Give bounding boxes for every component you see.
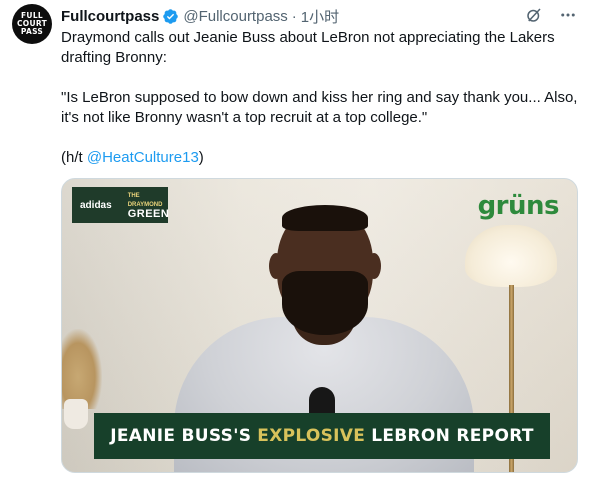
speaker-hair [282, 205, 368, 231]
lower-third-banner: JEANIE BUSS'S EXPLOSIVE LEBRON REPORT [94, 413, 550, 459]
show-logo: adidas THE DRAYMOND GREEN [72, 187, 170, 223]
tweet-text-credit: (h/t @HeatCulture13) [61, 148, 581, 168]
tweet-media-video[interactable]: adidas THE DRAYMOND GREEN grüns JEANIE B… [61, 178, 578, 473]
avatar[interactable]: FULL COURT PASS [12, 4, 52, 44]
banner-text-1: JEANIE BUSS'S [110, 426, 252, 446]
speaker-beard [282, 271, 368, 335]
tweet-actions [524, 5, 578, 25]
handle[interactable]: @Fullcourtpass [183, 8, 287, 25]
display-name[interactable]: Fullcourtpass [61, 8, 159, 25]
banner-text-highlight: EXPLOSIVE [257, 426, 366, 446]
show-title-main: GREEN [127, 207, 170, 220]
timestamp[interactable]: 1小时 [301, 6, 339, 27]
grok-icon[interactable] [524, 5, 544, 25]
mention-link[interactable]: @HeatCulture13 [87, 149, 199, 166]
lamp-shade [465, 225, 557, 287]
avatar-line-3: PASS [20, 27, 44, 36]
verified-badge-icon [163, 8, 179, 24]
show-title: THE DRAYMOND GREEN [127, 192, 170, 220]
more-icon[interactable] [558, 5, 578, 25]
show-title-top: THE DRAYMOND [127, 192, 163, 208]
tweet-text-intro: Draymond calls out Jeanie Buss about LeB… [61, 29, 555, 66]
tweet-text: Draymond calls out Jeanie Buss about LeB… [61, 28, 581, 168]
tweet-header: Fullcourtpass @Fullcourtpass · 1小时 [61, 6, 339, 26]
sponsor-logo: grüns [477, 191, 560, 221]
vase-decor [64, 399, 88, 429]
credit-prefix: (h/t [61, 149, 87, 166]
plant-decor [62, 329, 102, 409]
banner-text-2: LEBRON REPORT [371, 426, 534, 446]
tweet-text-quote: "Is LeBron supposed to bow down and kiss… [61, 89, 578, 126]
separator: · [291, 7, 297, 25]
adidas-logo: adidas [80, 199, 112, 211]
credit-suffix: ) [198, 149, 204, 166]
